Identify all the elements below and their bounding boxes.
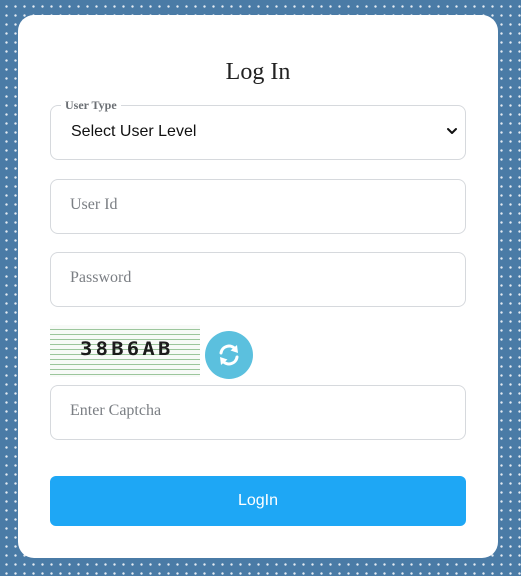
user-id-placeholder: User Id (70, 196, 118, 213)
captcha-image: 38B6AB (50, 325, 200, 377)
captcha-input-placeholder: Enter Captcha (70, 402, 162, 419)
refresh-captcha-button[interactable] (205, 331, 253, 379)
user-type-selected: Select User Level (71, 123, 197, 140)
user-type-select[interactable]: User Type Select User Level (50, 98, 466, 160)
captcha-code: 38B6AB (80, 338, 174, 360)
page-title: Log In (225, 59, 291, 85)
user-type-legend: User Type (61, 98, 121, 113)
login-card: Log In User Type Select User Level User … (18, 15, 498, 558)
login-button[interactable]: LogIn (50, 476, 466, 526)
password-placeholder: Password (70, 269, 132, 286)
refresh-icon (219, 344, 239, 366)
password-field[interactable]: Password (50, 252, 466, 307)
captcha-input[interactable]: Enter Captcha (50, 385, 466, 440)
user-id-field[interactable]: User Id (50, 179, 466, 234)
chevron-down-icon (447, 128, 457, 134)
